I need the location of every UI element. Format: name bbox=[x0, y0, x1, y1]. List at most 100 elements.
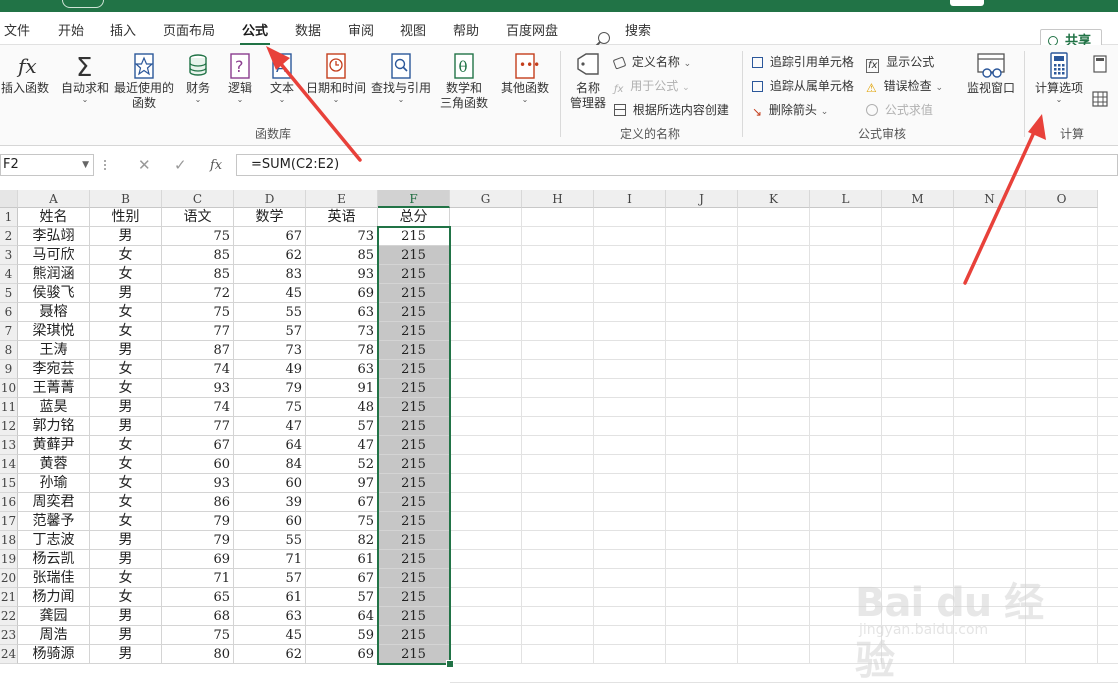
cell-c8[interactable]: 87 bbox=[162, 341, 234, 360]
tab-home[interactable]: 开始 bbox=[58, 20, 84, 39]
cell-c9[interactable]: 74 bbox=[162, 360, 234, 379]
cell-f2[interactable]: 215 bbox=[378, 227, 450, 246]
cell-b18[interactable]: 男 bbox=[90, 531, 162, 550]
row-header-2[interactable]: 2 bbox=[0, 227, 18, 246]
cell-b20[interactable]: 女 bbox=[90, 569, 162, 588]
cell-e4[interactable]: 93 bbox=[306, 265, 378, 284]
cell-c20[interactable]: 71 bbox=[162, 569, 234, 588]
cell-a8[interactable]: 王涛 bbox=[18, 341, 90, 360]
cell-f14[interactable]: 215 bbox=[378, 455, 450, 474]
cell-d14[interactable]: 84 bbox=[234, 455, 306, 474]
calculate-sheet-button[interactable] bbox=[1090, 91, 1110, 110]
cell-e23[interactable]: 59 bbox=[306, 626, 378, 645]
select-all-corner[interactable] bbox=[0, 190, 18, 208]
cell-d23[interactable]: 45 bbox=[234, 626, 306, 645]
tab-page-layout[interactable]: 页面布局 bbox=[163, 20, 215, 39]
financial-button[interactable]: 财务 ⌄ bbox=[180, 51, 216, 104]
cell-d10[interactable]: 79 bbox=[234, 379, 306, 398]
cell-a12[interactable]: 郭力铭 bbox=[18, 417, 90, 436]
cell-a6[interactable]: 聂榕 bbox=[18, 303, 90, 322]
cell-f17[interactable]: 215 bbox=[378, 512, 450, 531]
cell-c11[interactable]: 74 bbox=[162, 398, 234, 417]
cell-f7[interactable]: 215 bbox=[378, 322, 450, 341]
cell-b2[interactable]: 男 bbox=[90, 227, 162, 246]
cell-b12[interactable]: 男 bbox=[90, 417, 162, 436]
row-header-3[interactable]: 3 bbox=[0, 246, 18, 265]
cell-b10[interactable]: 女 bbox=[90, 379, 162, 398]
row-header-15[interactable]: 15 bbox=[0, 474, 18, 493]
cell-e11[interactable]: 48 bbox=[306, 398, 378, 417]
cell-d3[interactable]: 62 bbox=[234, 246, 306, 265]
cell-c14[interactable]: 60 bbox=[162, 455, 234, 474]
use-in-formula-button[interactable]: ƒx 用于公式 ⌄ bbox=[614, 77, 690, 96]
row-header-11[interactable]: 11 bbox=[0, 398, 18, 417]
cell-d13[interactable]: 64 bbox=[234, 436, 306, 455]
enter-icon[interactable]: ✓ bbox=[174, 156, 187, 174]
cell-f5[interactable]: 215 bbox=[378, 284, 450, 303]
cell-b8[interactable]: 男 bbox=[90, 341, 162, 360]
cell-b5[interactable]: 男 bbox=[90, 284, 162, 303]
cell-a7[interactable]: 梁琪悦 bbox=[18, 322, 90, 341]
cell-b23[interactable]: 男 bbox=[90, 626, 162, 645]
cell-c21[interactable]: 65 bbox=[162, 588, 234, 607]
cell-b3[interactable]: 女 bbox=[90, 246, 162, 265]
cell-c12[interactable]: 77 bbox=[162, 417, 234, 436]
cell-c24[interactable]: 80 bbox=[162, 645, 234, 664]
cell-f16[interactable]: 215 bbox=[378, 493, 450, 512]
row-header-16[interactable]: 16 bbox=[0, 493, 18, 512]
cell-b22[interactable]: 男 bbox=[90, 607, 162, 626]
row-header-10[interactable]: 10 bbox=[0, 379, 18, 398]
cell-f21[interactable]: 215 bbox=[378, 588, 450, 607]
tab-data[interactable]: 数据 bbox=[295, 20, 321, 39]
cell-f6[interactable]: 215 bbox=[378, 303, 450, 322]
cell-f4[interactable]: 215 bbox=[378, 265, 450, 284]
column-header-l[interactable]: L bbox=[810, 190, 882, 208]
cell-e17[interactable]: 75 bbox=[306, 512, 378, 531]
cell-a17[interactable]: 范馨予 bbox=[18, 512, 90, 531]
cell-f18[interactable]: 215 bbox=[378, 531, 450, 550]
name-manager-button[interactable]: 名称 管理器 bbox=[566, 51, 610, 111]
cell-f13[interactable]: 215 bbox=[378, 436, 450, 455]
row-header-24[interactable]: 24 bbox=[0, 645, 18, 664]
cell-d22[interactable]: 63 bbox=[234, 607, 306, 626]
worksheet-grid[interactable]: A B C D E F G H I J K L M N O 1 2 3 4 5 6 7 8 9 10 11 12 13 14 15 16 17… bbox=[0, 190, 1118, 683]
row-header-6[interactable]: 6 bbox=[0, 303, 18, 322]
cell-b4[interactable]: 女 bbox=[90, 265, 162, 284]
row-header-17[interactable]: 17 bbox=[0, 512, 18, 531]
calculate-now-button[interactable] bbox=[1090, 55, 1110, 76]
column-header-k[interactable]: K bbox=[738, 190, 810, 208]
cell-e13[interactable]: 47 bbox=[306, 436, 378, 455]
cell-c22[interactable]: 68 bbox=[162, 607, 234, 626]
cell-a20[interactable]: 张瑞佳 bbox=[18, 569, 90, 588]
cell-c1[interactable]: 语文 bbox=[162, 208, 234, 227]
cell-e1[interactable]: 英语 bbox=[306, 208, 378, 227]
cell-e22[interactable]: 64 bbox=[306, 607, 378, 626]
cell-a21[interactable]: 杨力闻 bbox=[18, 588, 90, 607]
cell-d20[interactable]: 57 bbox=[234, 569, 306, 588]
column-header-a[interactable]: A bbox=[18, 190, 90, 208]
cell-e5[interactable]: 69 bbox=[306, 284, 378, 303]
tab-file[interactable]: 文件 bbox=[4, 20, 30, 39]
row-header-8[interactable]: 8 bbox=[0, 341, 18, 360]
cell-f12[interactable]: 215 bbox=[378, 417, 450, 436]
cell-c13[interactable]: 67 bbox=[162, 436, 234, 455]
cell-b16[interactable]: 女 bbox=[90, 493, 162, 512]
cell-c2[interactable]: 75 bbox=[162, 227, 234, 246]
cell-c7[interactable]: 77 bbox=[162, 322, 234, 341]
autosum-button[interactable]: Σ 自动求和 ⌄ bbox=[58, 51, 112, 104]
cell-e15[interactable]: 97 bbox=[306, 474, 378, 493]
cell-a10[interactable]: 王菁菁 bbox=[18, 379, 90, 398]
cell-e9[interactable]: 63 bbox=[306, 360, 378, 379]
cell-d17[interactable]: 60 bbox=[234, 512, 306, 531]
column-header-h[interactable]: H bbox=[522, 190, 594, 208]
column-header-b[interactable]: B bbox=[90, 190, 162, 208]
cell-c10[interactable]: 93 bbox=[162, 379, 234, 398]
cell-e19[interactable]: 61 bbox=[306, 550, 378, 569]
cell-d5[interactable]: 45 bbox=[234, 284, 306, 303]
cell-b21[interactable]: 女 bbox=[90, 588, 162, 607]
recently-used-button[interactable]: 最近使用的 函数 bbox=[114, 51, 174, 111]
calculation-options-button[interactable]: 计算选项 ⌄ bbox=[1030, 51, 1088, 104]
cell-d1[interactable]: 数学 bbox=[234, 208, 306, 227]
column-header-i[interactable]: I bbox=[594, 190, 666, 208]
cell-c19[interactable]: 69 bbox=[162, 550, 234, 569]
